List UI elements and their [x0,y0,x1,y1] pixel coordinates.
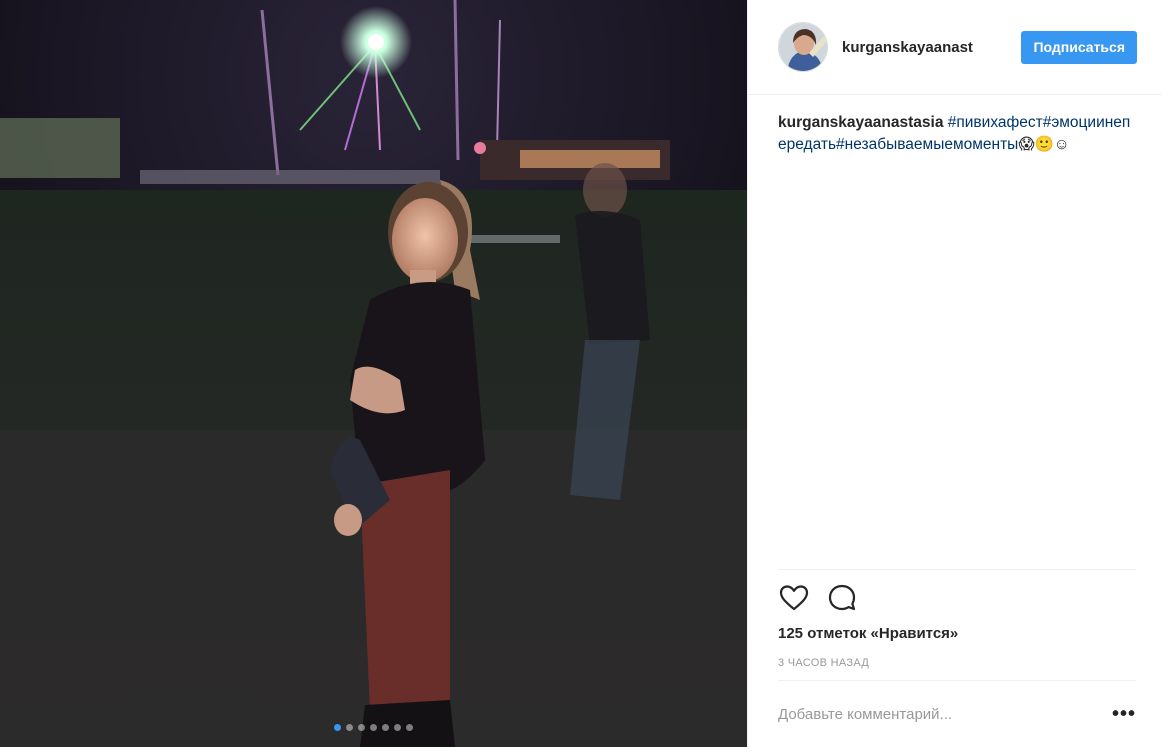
carousel-dot[interactable] [370,724,377,731]
carousel-dot[interactable] [358,724,365,731]
comment-bar: ••• [778,680,1136,747]
post-caption: kurganskayaanastasia #пивихафест#эмоциин… [778,112,1138,156]
hashtag-emocii[interactable]: #эмоции [1043,114,1105,131]
comment-button[interactable] [826,582,858,614]
header-username[interactable]: kurganskayaanast [842,39,1021,56]
follow-button[interactable]: Подписаться [1021,30,1137,64]
caption-emoji: 😱🙂☺ [1018,136,1070,153]
more-options-button[interactable]: ••• [1112,704,1136,724]
carousel-dot[interactable] [382,724,389,731]
carousel-dot[interactable] [394,724,401,731]
like-button[interactable] [778,582,810,614]
post-details-panel: kurganskayaanast Подписаться kurganskaya… [747,0,1162,747]
divider [778,569,1136,570]
avatar[interactable] [778,22,828,72]
post-header: kurganskayaanast Подписаться [748,0,1162,95]
post-actions [778,582,858,614]
comment-input[interactable] [778,699,1112,729]
post-photo[interactable] [0,0,747,747]
likes-count[interactable]: 125 отметок «Нравится» [778,625,958,642]
hashtag-nezabyvaemyemomenty[interactable]: #незабываемыемоменты [836,136,1018,153]
carousel-dot[interactable] [346,724,353,731]
avatar-image [779,23,827,71]
carousel-dot[interactable] [334,724,341,731]
photo-scene [0,0,747,747]
post-timestamp[interactable]: 3 часов назад [778,657,869,669]
caption-username[interactable]: kurganskayaanastasia [778,114,943,131]
carousel-dot[interactable] [406,724,413,731]
carousel-indicator[interactable] [0,724,747,731]
speech-bubble-icon [828,584,856,611]
heart-outline-icon [779,585,809,611]
hashtag-pivihafest[interactable]: #пивихафест [948,114,1043,131]
